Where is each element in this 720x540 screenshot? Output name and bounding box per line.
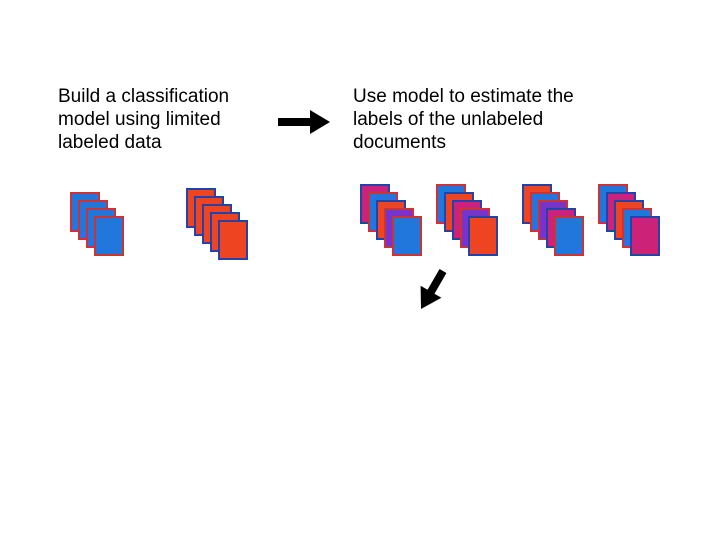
arrow-down-left-icon	[412, 268, 452, 318]
doc-card	[554, 216, 584, 256]
doc-card	[218, 220, 248, 260]
doc-card	[392, 216, 422, 256]
arrow-right-icon	[278, 110, 330, 140]
doc-card	[94, 216, 124, 256]
doc-card	[468, 216, 498, 256]
doc-card	[630, 216, 660, 256]
step1-text: Build a classification model using limit…	[58, 86, 268, 154]
step2-text: Use model to estimate the labels of the …	[353, 86, 613, 154]
